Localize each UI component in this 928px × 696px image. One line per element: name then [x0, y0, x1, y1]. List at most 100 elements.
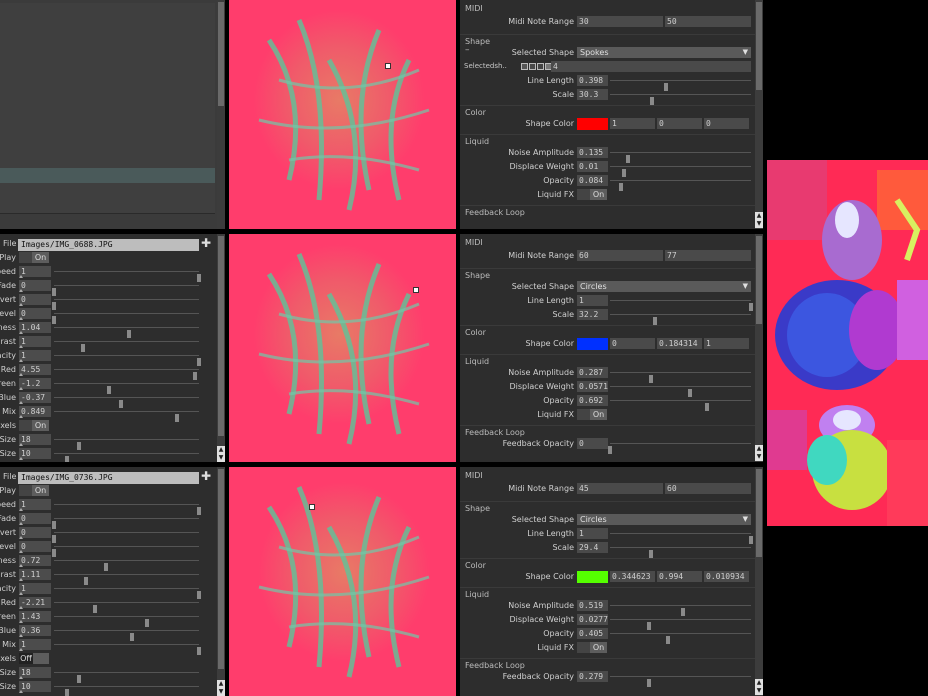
file-path-field[interactable]: Images/IMG_0688.JPG	[18, 239, 199, 251]
shape-option-icon[interactable]	[521, 63, 528, 70]
scroll-down-icon[interactable]: ▼	[217, 454, 225, 462]
param-value-field[interactable]: 1	[19, 266, 51, 277]
param-slider-track[interactable]	[54, 602, 199, 613]
displace-weight-field[interactable]: 0.0277	[577, 614, 608, 625]
layer-1-scrollbar[interactable]: ▲ ▼	[217, 234, 225, 462]
opacity-field[interactable]: 0.692	[577, 395, 608, 406]
displace-weight-field[interactable]: 0.0571	[577, 381, 608, 392]
scale-field[interactable]: 30.3	[577, 89, 608, 100]
line-length-slider[interactable]	[610, 300, 753, 311]
line-length-field[interactable]: 1	[577, 528, 608, 539]
liquid-fx-toggle[interactable]: On	[577, 189, 607, 200]
layer-list-row[interactable]	[0, 63, 215, 79]
param-value-field[interactable]: 0.36	[19, 625, 51, 636]
scrollbar-thumb[interactable]	[756, 469, 762, 557]
param-value-field[interactable]: -2.21	[19, 597, 51, 608]
param-value-field[interactable]: 1	[19, 499, 51, 510]
param-slider-track[interactable]	[54, 504, 201, 515]
scale-slider[interactable]	[610, 547, 751, 558]
feedback-opacity-handle[interactable]	[647, 679, 652, 687]
add-file-icon[interactable]: ✚	[201, 470, 212, 482]
param-slider-track[interactable]	[54, 630, 199, 641]
param-value-field[interactable]: 0	[19, 527, 51, 538]
param-slider-track[interactable]	[52, 532, 199, 543]
shape-color-channel-field[interactable]: 1	[704, 338, 749, 349]
noise-amplitude-field[interactable]: 0.135	[577, 147, 608, 158]
midi-high-field[interactable]: 50	[665, 16, 751, 27]
param-value-field[interactable]: 0	[19, 513, 51, 524]
param-slider-track[interactable]	[54, 588, 201, 599]
param-slider-track[interactable]	[52, 518, 199, 529]
layer-list-row[interactable]	[0, 18, 215, 34]
param-slider-track[interactable]	[52, 299, 199, 310]
line-length-slider[interactable]	[610, 80, 751, 91]
scale-handle[interactable]	[648, 550, 653, 558]
selected-shape-dropdown[interactable]: Circles ▼	[577, 281, 751, 292]
param-value-field[interactable]: 10	[19, 681, 51, 692]
file-path-field[interactable]: Images/IMG_0736.JPG	[18, 472, 199, 484]
param-slider-track[interactable]	[54, 616, 199, 627]
shape-color-channel-field[interactable]: 0	[610, 338, 655, 349]
scroll-up-icon[interactable]: ▲	[755, 445, 763, 453]
selected-shape-dropdown[interactable]: Spokes ▼	[577, 47, 751, 58]
shape-color-channel-field[interactable]: 0.994	[657, 571, 702, 582]
param-value-field[interactable]: 1	[19, 639, 51, 650]
layer-list-row[interactable]	[0, 3, 215, 19]
layer-list-row[interactable]	[0, 168, 215, 184]
displace-weight-slider[interactable]	[610, 386, 751, 397]
feedback-opacity-slider[interactable]	[608, 443, 751, 454]
noise-amplitude-slider[interactable]	[610, 605, 751, 616]
line-length-field[interactable]: 1	[577, 295, 608, 306]
param-value-field[interactable]: 1	[19, 583, 51, 594]
line-length-slider[interactable]	[610, 533, 753, 544]
liquid-fx-toggle[interactable]: On	[577, 642, 607, 653]
layer-list-row[interactable]	[0, 183, 215, 199]
shape-panel-scrollbar[interactable]: ▲ ▼	[755, 0, 763, 229]
layer-list-row[interactable]	[0, 138, 215, 154]
line-length-field[interactable]: 0.398	[577, 75, 608, 86]
preview-image-3[interactable]	[229, 467, 456, 696]
selected-shape-dropdown[interactable]: Circles ▼	[577, 514, 751, 525]
feedback-opacity-field[interactable]: 0	[577, 438, 608, 449]
opacity-field[interactable]: 0.084	[577, 175, 608, 186]
feedback-opacity-slider[interactable]	[610, 676, 751, 687]
scroll-down-icon[interactable]: ▼	[755, 453, 763, 461]
param-slider-track[interactable]	[54, 341, 199, 352]
preview-image-1[interactable]	[229, 0, 456, 229]
midi-high-field[interactable]: 60	[665, 483, 751, 494]
scroll-down-icon[interactable]: ▼	[755, 687, 763, 695]
param-value-field[interactable]: 0	[19, 541, 51, 552]
param-value-field[interactable]: 0.849	[19, 406, 51, 417]
param-toggle[interactable]: On	[19, 252, 49, 263]
param-slider-track[interactable]	[54, 560, 199, 571]
shape-option-icon[interactable]	[529, 63, 536, 70]
param-value-field[interactable]: 4.55	[19, 364, 51, 375]
scale-slider[interactable]	[610, 314, 751, 325]
param-slider-track[interactable]	[54, 383, 199, 394]
param-slider-track[interactable]	[54, 439, 199, 450]
shape-color-swatch[interactable]	[577, 338, 608, 350]
layer-list-row[interactable]	[0, 198, 215, 214]
param-slider-track[interactable]	[54, 644, 201, 655]
scroll-up-icon[interactable]: ▲	[217, 446, 225, 454]
param-value-field[interactable]: 1	[19, 350, 51, 361]
scale-slider[interactable]	[610, 94, 751, 105]
feedback-opacity-handle[interactable]	[608, 446, 612, 454]
shape-color-channel-field[interactable]: 0.344623	[610, 571, 655, 582]
noise-amplitude-slider[interactable]	[610, 372, 751, 383]
param-slider-track[interactable]	[54, 574, 199, 585]
param-slider-track[interactable]	[54, 397, 199, 408]
shape-panel-scrollbar[interactable]: ▲ ▼	[755, 467, 763, 696]
param-value-field[interactable]: 0	[19, 280, 51, 291]
opacity-slider[interactable]	[610, 400, 751, 411]
layer-list-row[interactable]	[0, 123, 215, 139]
scale-field[interactable]: 29.4	[577, 542, 608, 553]
liquid-fx-toggle[interactable]: On	[577, 409, 607, 420]
param-slider-track[interactable]	[54, 672, 199, 683]
param-slider-handle[interactable]	[65, 689, 70, 696]
param-value-field[interactable]: 1.04	[19, 322, 51, 333]
scale-field[interactable]: 32.2	[577, 309, 608, 320]
shape-color-channel-field[interactable]: 0.010934	[704, 571, 749, 582]
param-value-field[interactable]: 1.43	[19, 611, 51, 622]
param-toggle[interactable]: On	[19, 485, 49, 496]
